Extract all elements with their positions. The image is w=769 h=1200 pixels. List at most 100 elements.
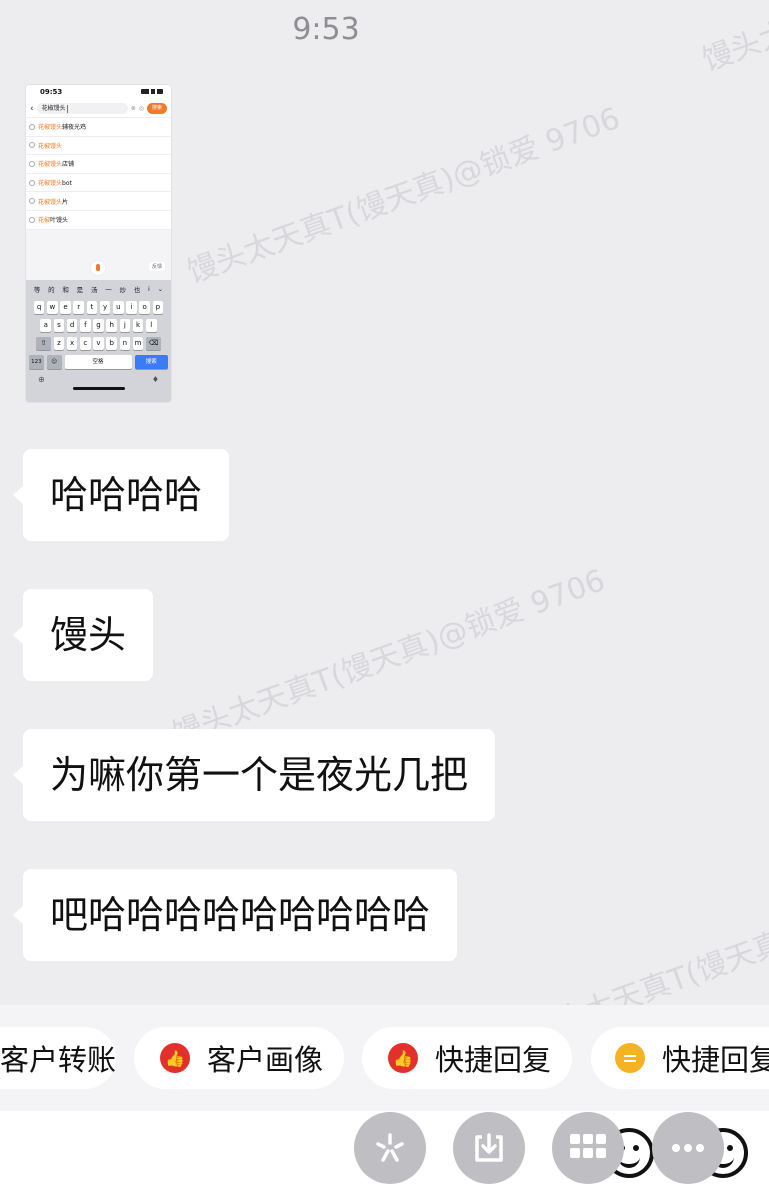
quick-action-customer-profile[interactable]: 👍 客户画像 [134, 1027, 344, 1089]
clear-icon: ⊗ [130, 105, 136, 112]
download-button[interactable] [453, 1112, 525, 1184]
thumb-suggestion: 花椒馒头 [26, 137, 171, 156]
apps-grid-button[interactable] [552, 1112, 624, 1184]
sparkle-icon [376, 1133, 404, 1162]
thumb-space-key: 空格 [64, 354, 132, 369]
camera-icon: ◎ [138, 105, 144, 112]
thumb-suggestion: 花椒馒头bot [26, 174, 171, 193]
thumb-candidate: 也 [133, 285, 141, 294]
thumb-search-bar: ‹ 花椒馒头 ⊗ ◎ 搜索 [26, 100, 171, 118]
more-button[interactable] [652, 1112, 724, 1184]
thumb-emoji-key: ☺ [46, 354, 62, 369]
thumb-123-key: 123 [29, 354, 44, 369]
thumb-empty-area: 反馈 [26, 230, 171, 280]
thumb-key: c [80, 336, 91, 350]
thumb-time: 09:53 [40, 88, 63, 96]
thumb-key: n [119, 336, 131, 350]
thumb-candidate: ⌄ [157, 284, 164, 293]
thumb-candidate: 是 [76, 285, 84, 294]
thumb-key: o [139, 300, 150, 314]
thumb-key: d [66, 318, 78, 332]
thumb-key: k [132, 318, 144, 332]
thumb-mic-icon [90, 259, 106, 276]
message-bubble[interactable]: 馒头 [12, 589, 154, 681]
thumb-key: g [93, 318, 104, 332]
watermark: 馒头太天真T(馒天真)@锁爱 9706 [695, 0, 769, 79]
thumb-feedback: 反馈 [148, 261, 165, 271]
thumb-keyboard-footer: ⊕ ♦ [26, 369, 171, 384]
thumb-candidate: 汤 [90, 285, 98, 294]
thumb-key: l [145, 318, 157, 332]
thumb-suggestion: 花椒馒头辅夜光鸡 [26, 118, 171, 137]
thumb-candidates: 等的和是汤一炒也 i ⌄ [26, 282, 171, 296]
thumb-key: j [119, 318, 131, 332]
globe-icon: ⊕ [38, 374, 45, 384]
apps-grid-icon [570, 1134, 606, 1158]
quick-action-label: 快捷回复 [662, 1043, 769, 1077]
watermark: 馒头太天真T(馒天真)@锁爱 9706 [182, 101, 625, 291]
thumb-key: p [152, 300, 164, 314]
quick-action-quick-reply[interactable]: 👍 快捷回复 [362, 1027, 572, 1089]
thumb-home-indicator [72, 386, 125, 390]
thumb-candidate: 炒 [119, 285, 126, 294]
download-icon [475, 1133, 503, 1162]
thumb-search-text: 花椒馒头 [41, 105, 66, 112]
quick-action-customer-transfer[interactable]: 客户转账 [0, 1027, 116, 1089]
thumb-key: r [73, 300, 85, 314]
sparkle-button[interactable] [354, 1112, 426, 1184]
image-message-thumbnail[interactable]: 09:53 ‹ 花椒馒头 ⊗ ◎ 搜索 花椒馒头辅夜光鸡 花椒馒头 花椒馒头店铺… [25, 84, 172, 403]
thumb-candidate: i [148, 284, 150, 293]
message-icon [615, 1043, 645, 1073]
thumb-key: m [132, 336, 144, 350]
thumbs-up-icon: 👍 [160, 1043, 190, 1073]
thumb-key-row: 123 ☺ 空格 搜索 [26, 354, 171, 369]
thumb-key: v [93, 336, 104, 350]
thumb-key: e [60, 300, 71, 314]
thumb-suggestions: 花椒馒头辅夜光鸡 花椒馒头 花椒馒头店铺 花椒馒头bot 花椒馒头片 花椒叶馒头 [26, 118, 171, 230]
mic-icon: ♦ [151, 374, 159, 384]
thumb-candidate: 和 [62, 285, 69, 294]
watermark: 馒头太天真T(馒天真)@锁爱 9706 [167, 563, 610, 753]
thumb-shift-key: ⇧ [36, 336, 52, 350]
thumb-key: a [40, 318, 52, 332]
thumb-key: x [66, 336, 78, 350]
back-icon: ‹ [30, 103, 34, 114]
thumbs-up-icon: 👍 [388, 1043, 418, 1073]
message-bubble[interactable]: 为嘛你第一个是夜光几把 [12, 729, 496, 821]
thumb-key: f [80, 318, 91, 332]
message-bubble[interactable]: 哈哈哈哈 [12, 449, 230, 541]
quick-action-label: 客户转账 [0, 1043, 117, 1077]
message-bubble[interactable]: 吧哈哈哈哈哈哈哈哈哈 [12, 869, 458, 961]
more-icon [672, 1144, 704, 1152]
thumb-candidate: 的 [48, 285, 55, 294]
quick-action-bar[interactable]: 客户转账 👍 客户画像 👍 快捷回复 快捷回复 [0, 1005, 769, 1111]
thumb-suggestion: 花椒叶馒头 [26, 211, 171, 230]
thumb-key: y [99, 300, 111, 314]
signal-icon [141, 89, 163, 94]
thumb-key: s [53, 318, 65, 332]
thumb-candidate: 一 [105, 285, 112, 294]
thumb-key: u [112, 300, 124, 314]
thumb-keyboard: 等的和是汤一炒也 i ⌄ qwertyuiop asdfghjkl ⇧ zxcvbn… [26, 279, 171, 402]
thumb-key: h [106, 318, 117, 332]
thumb-backspace-key: ⌫ [145, 336, 161, 350]
thumb-candidate: 等 [33, 285, 41, 294]
thumb-key: z [53, 336, 65, 350]
thumb-suggestion: 花椒馒头片 [26, 192, 171, 211]
thumb-key: w [47, 300, 58, 314]
thumb-key: b [106, 336, 117, 350]
thumb-key-row: asdfghjkl [26, 318, 171, 332]
thumb-status-bar: 09:53 [26, 85, 171, 100]
thumb-search-key: 搜索 [134, 354, 168, 369]
thumb-key-row: qwertyuiop [26, 300, 171, 314]
thumb-key: t [86, 300, 98, 314]
thumb-key: q [33, 300, 45, 314]
thumb-key: i [126, 300, 137, 314]
quick-action-label: 快捷回复 [435, 1043, 552, 1077]
quick-action-quick-reply-2[interactable]: 快捷回复 [591, 1027, 769, 1089]
status-time: 9:53 [292, 12, 360, 47]
thumb-search-input: 花椒馒头 [36, 103, 128, 114]
quick-action-label: 客户画像 [207, 1043, 324, 1077]
thumb-suggestion: 花椒馒头店铺 [26, 155, 171, 174]
thumb-search-button: 搜索 [147, 103, 167, 114]
